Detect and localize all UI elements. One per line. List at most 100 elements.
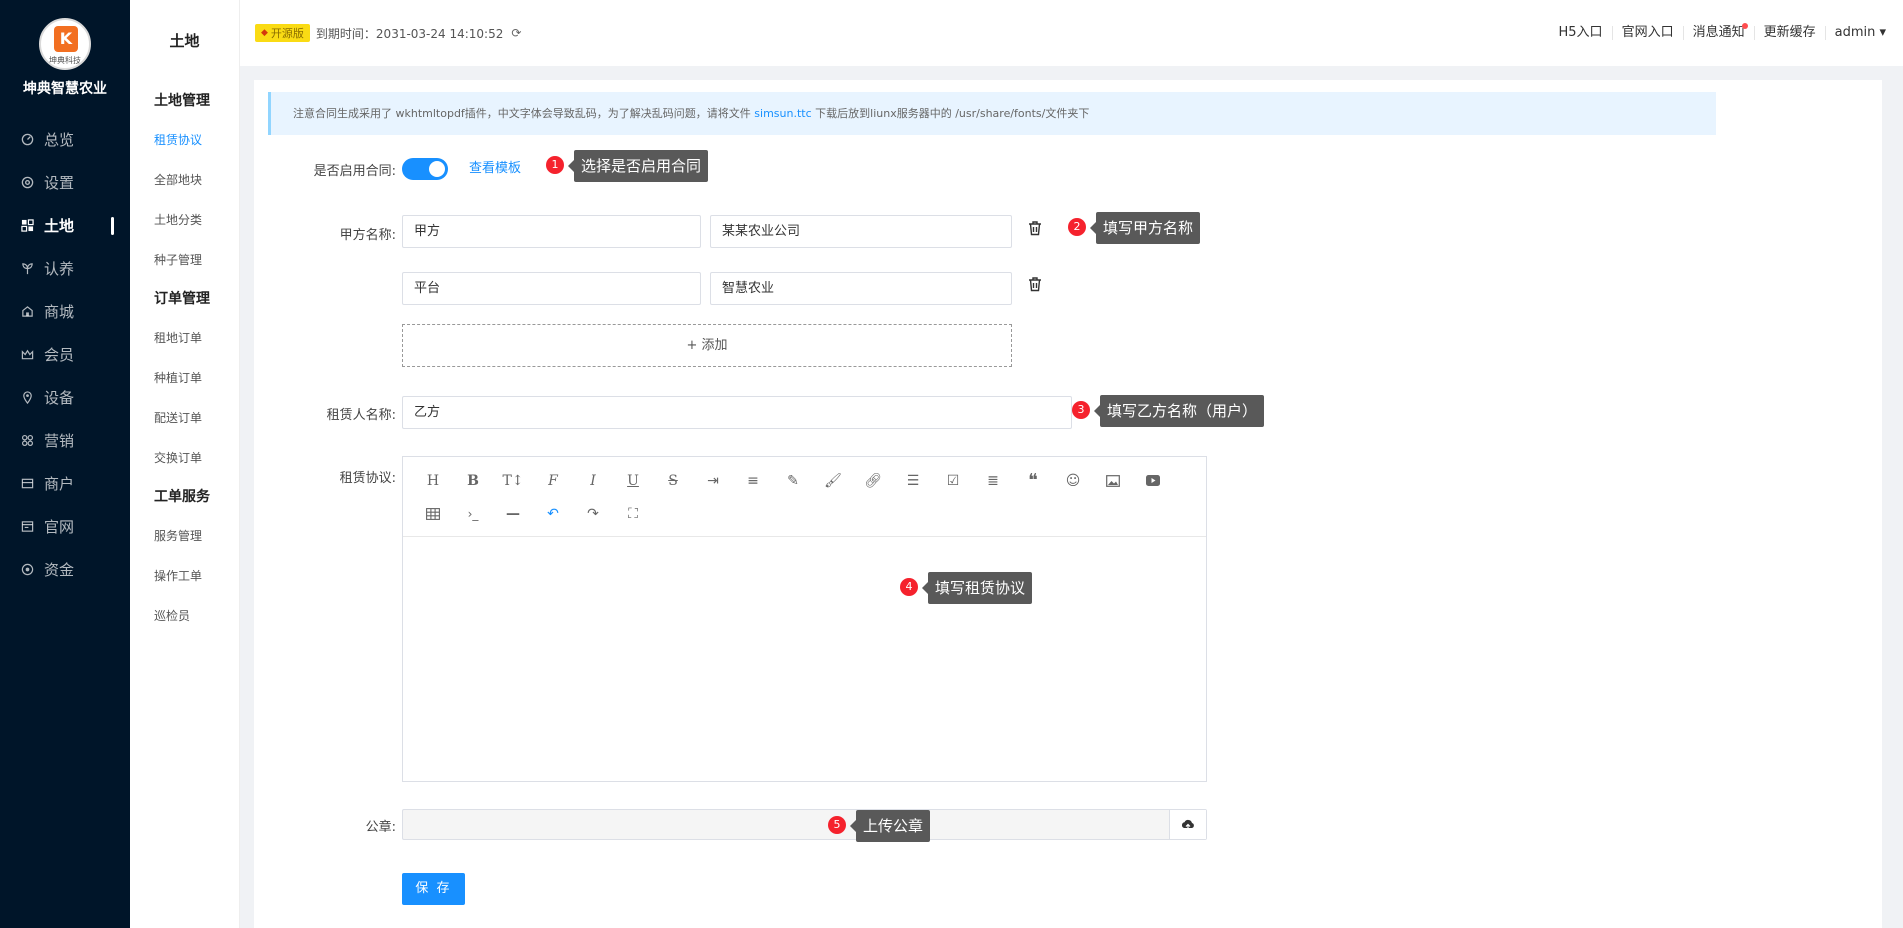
grid-icon xyxy=(20,219,34,233)
nav-label: 商户 xyxy=(44,475,75,493)
sub-sidebar: 土地 土地管理 租赁协议 全部地块 土地分类 种子管理 订单管理 租地订单 种植… xyxy=(130,0,240,928)
view-template-link[interactable]: 查看模板 xyxy=(469,158,521,180)
annotation-tip: 上传公章 xyxy=(849,810,931,842)
editor-body[interactable] xyxy=(403,537,1206,781)
subnav-item-rent-orders[interactable]: 租地订单 xyxy=(130,318,239,358)
party-b-value-input[interactable]: 智慧农业 xyxy=(710,272,1012,305)
nav-item-website[interactable]: 官网 xyxy=(0,505,130,548)
nav-item-adopt[interactable]: 认养 xyxy=(0,247,130,290)
line-height-icon[interactable]: ≡ xyxy=(733,464,773,497)
add-party-button[interactable]: + 添加 xyxy=(402,324,1012,367)
notification-dot xyxy=(1741,23,1748,29)
bold-icon[interactable]: B xyxy=(453,464,493,497)
link-icon[interactable]: 🔗︎ xyxy=(853,464,893,497)
annotation-tip: 填写乙方名称（用户） xyxy=(1093,395,1265,427)
subnav-item-planting-orders[interactable]: 种植订单 xyxy=(130,358,239,398)
diamond-icon: ◆ xyxy=(261,28,268,38)
main-content: 注意合同生成采用了 wkhtmltopdf插件，中文字体会导致乱码，为了解决乱码… xyxy=(254,80,1882,928)
subnav-group-title: 工单服务 xyxy=(154,489,210,505)
party-a-label: 甲方名称: xyxy=(339,228,396,243)
store-icon xyxy=(20,477,34,491)
nav-item-settings[interactable]: 设置 xyxy=(0,161,130,204)
save-button[interactable]: 保 存 xyxy=(402,873,465,905)
brand-name: 坤典智慧农业 xyxy=(23,81,107,97)
nav-item-marketing[interactable]: 营销 xyxy=(0,419,130,462)
subnav-item-service-management[interactable]: 服务管理 xyxy=(130,516,239,556)
notification-label: 消息通知 xyxy=(1692,25,1745,40)
user-menu[interactable]: admin ▾ xyxy=(1826,26,1895,40)
brand: K 坤典科技 坤典智慧农业 xyxy=(0,0,130,118)
subnav-item-lease-agreement[interactable]: 租赁协议 xyxy=(130,120,239,160)
sprout-icon xyxy=(20,262,34,276)
strikethrough-icon[interactable]: S xyxy=(653,464,693,497)
font-family-icon[interactable]: F xyxy=(533,464,573,497)
subnav-item-inspectors[interactable]: 巡检员 xyxy=(130,596,239,636)
annotation-number: 2 xyxy=(1068,218,1086,236)
seal-upload-field[interactable] xyxy=(402,809,1207,840)
notification-link[interactable]: 消息通知 xyxy=(1684,23,1755,40)
party-a-value-input[interactable]: 某某农业公司 xyxy=(710,215,1012,248)
fullscreen-icon[interactable]: ⛶ xyxy=(613,497,653,530)
logo: K 坤典科技 xyxy=(39,18,91,70)
nav-label: 总览 xyxy=(44,131,75,149)
todo-icon[interactable]: ☑ xyxy=(933,464,973,497)
list-icon[interactable]: ☰ xyxy=(893,464,933,497)
nav-item-funds[interactable]: 资金 xyxy=(0,548,130,591)
upload-icon[interactable] xyxy=(1169,810,1206,839)
undo-icon[interactable]: ↶ xyxy=(533,497,573,530)
notice-text: 注意合同生成采用了 wkhtmltopdf插件，中文字体会导致乱码，为了解决乱码… xyxy=(293,107,755,120)
nav-item-land[interactable]: 土地 xyxy=(0,204,130,247)
emoji-icon[interactable]: ☺ xyxy=(1053,464,1093,497)
nav-label: 会员 xyxy=(44,346,75,364)
lessee-input[interactable]: 乙方 xyxy=(402,396,1072,429)
image-icon[interactable] xyxy=(1093,464,1133,497)
font-download-link[interactable]: simsun.ttc xyxy=(754,107,811,120)
font-size-icon[interactable]: T↕ xyxy=(493,464,533,497)
nav-label: 土地 xyxy=(44,217,75,235)
underline-icon[interactable]: U xyxy=(613,464,653,497)
refresh-icon[interactable]: ⟳ xyxy=(511,26,521,40)
website-entry-link[interactable]: 官网入口 xyxy=(1613,26,1684,40)
subnav-title: 土地 xyxy=(169,32,200,50)
table-icon[interactable] xyxy=(413,497,453,530)
divider-icon[interactable]: — xyxy=(493,497,533,530)
subnav-item-delivery-orders[interactable]: 配送订单 xyxy=(130,398,239,438)
enable-contract-switch[interactable] xyxy=(402,158,448,180)
redo-icon[interactable]: ↷ xyxy=(573,497,613,530)
trash-icon[interactable] xyxy=(1026,275,1046,295)
subnav-item-land-category[interactable]: 土地分类 xyxy=(130,200,239,240)
annotation-number: 3 xyxy=(1072,401,1090,419)
font-color-icon[interactable]: ✎ xyxy=(773,464,813,497)
nav-item-mall[interactable]: 商城 xyxy=(0,290,130,333)
expire-time: 到期时间：2031-03-24 14:10:52 xyxy=(315,26,504,41)
h5-entry-link[interactable]: H5入口 xyxy=(1550,26,1613,40)
nav-item-member[interactable]: 会员 xyxy=(0,333,130,376)
align-icon[interactable]: ≣ xyxy=(973,464,1013,497)
subnav-item-work-orders[interactable]: 操作工单 xyxy=(130,556,239,596)
background-color-icon[interactable]: 🖌︎ xyxy=(813,464,853,497)
logo-text: 坤典科技 xyxy=(49,56,81,65)
trash-icon[interactable] xyxy=(1026,219,1046,239)
shop-icon xyxy=(20,305,34,319)
quote-icon[interactable]: ❝ xyxy=(1013,464,1053,497)
enable-contract-label: 是否启用合同: xyxy=(313,164,396,179)
indent-icon[interactable]: ⇥ xyxy=(693,464,733,497)
subnav-item-seed-management[interactable]: 种子管理 xyxy=(130,240,239,280)
annotation-number: 4 xyxy=(900,578,918,596)
subnav-item-exchange-orders[interactable]: 交换订单 xyxy=(130,438,239,478)
clear-cache-link[interactable]: 更新缓存 xyxy=(1755,26,1826,40)
nav-item-merchant[interactable]: 商户 xyxy=(0,462,130,505)
italic-icon[interactable]: I xyxy=(573,464,613,497)
nav-label: 营销 xyxy=(44,432,75,450)
code-icon[interactable]: ›_ xyxy=(453,497,493,530)
main-sidebar: K 坤典科技 坤典智慧农业 总览 设置 土地 认养 商城 会员 设备 营销 商户… xyxy=(0,0,130,928)
video-icon[interactable] xyxy=(1133,464,1173,497)
party-b-key-input[interactable]: 平台 xyxy=(402,272,701,305)
nav-item-overview[interactable]: 总览 xyxy=(0,118,130,161)
heading-icon[interactable]: H xyxy=(413,464,453,497)
nav-label: 商城 xyxy=(44,303,75,321)
subnav-item-all-plots[interactable]: 全部地块 xyxy=(130,160,239,200)
annotation-number: 5 xyxy=(828,816,846,834)
party-a-key-input[interactable]: 甲方 xyxy=(402,215,701,248)
nav-item-device[interactable]: 设备 xyxy=(0,376,130,419)
